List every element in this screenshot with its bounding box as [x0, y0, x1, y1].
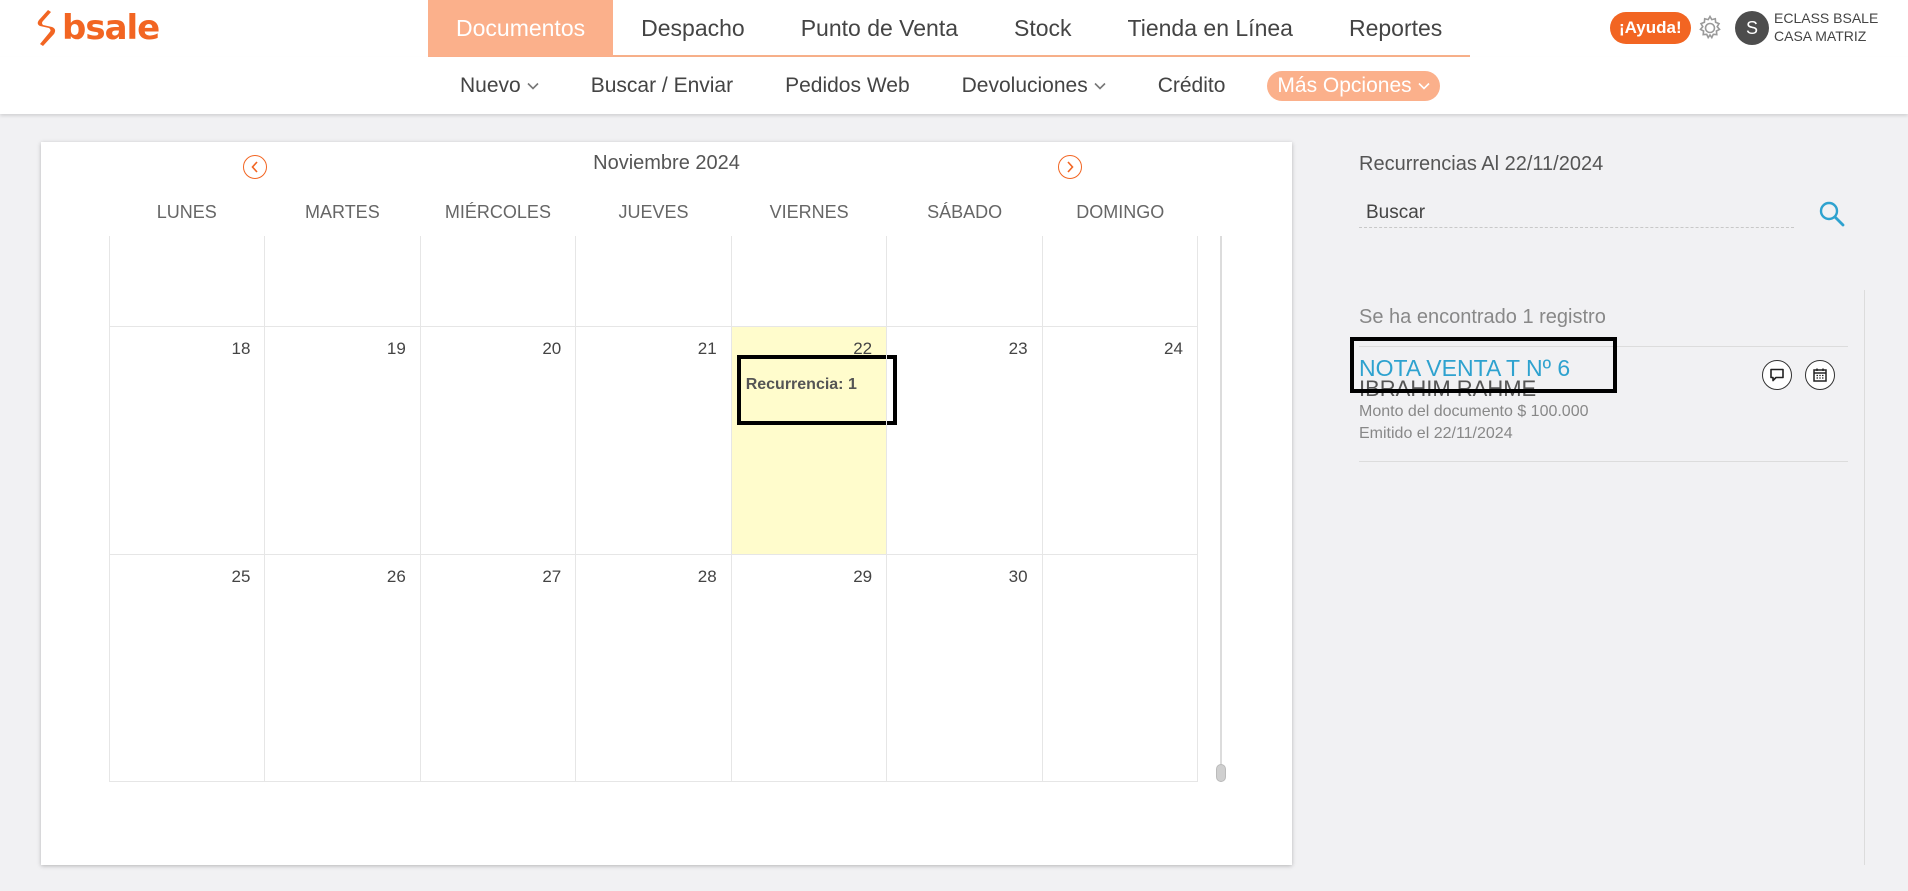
gear-icon[interactable]	[1696, 14, 1724, 42]
day-cell-empty[interactable]	[1041, 555, 1198, 782]
search-icon[interactable]	[1818, 200, 1846, 228]
subnav-buscar-enviar-label: Buscar / Enviar	[590, 73, 734, 97]
day-cell-19[interactable]: 19	[264, 327, 420, 555]
subnav-devoluciones[interactable]: Devoluciones	[936, 74, 1132, 98]
calendar-week: 25 26 27 28 29 30	[109, 555, 1198, 782]
day-cell-29[interactable]: 29	[730, 555, 887, 782]
subnav-credito[interactable]: Crédito	[1132, 74, 1252, 98]
day-cell[interactable]	[886, 236, 1042, 327]
recurrence-event[interactable]: Recurrencia: 1	[736, 355, 897, 425]
calendar-week	[109, 236, 1198, 327]
day-cell-25[interactable]: 25	[109, 555, 265, 782]
weekday-lunes: LUNES	[156, 202, 217, 222]
avatar[interactable]: S	[1735, 11, 1769, 45]
subnav-nuevo[interactable]: Nuevo	[434, 74, 565, 98]
tab-reportes[interactable]: Reportes	[1321, 0, 1470, 57]
calendar-icon	[1813, 368, 1827, 382]
day-number: 27	[542, 567, 562, 586]
weekday-domingo: DOMINGO	[1076, 202, 1165, 222]
calendar-grid: 18 19 20 21 22 Recurrencia: 1 23 24 25 2…	[109, 236, 1198, 782]
recurrences-title: Recurrencias Al 22/11/2024	[1359, 153, 1604, 175]
company-info[interactable]: ECLASS BSALE CASA MATRIZ	[1774, 9, 1878, 45]
day-cell-30[interactable]: 30	[886, 555, 1042, 782]
subnav-pedidos-web[interactable]: Pedidos Web	[759, 74, 936, 98]
subnav-buscar-enviar[interactable]: Buscar / Enviar	[565, 74, 759, 98]
subnav-devoluciones-label: Devoluciones	[961, 73, 1088, 97]
weekday-jueves: JUEVES	[618, 202, 689, 222]
day-cell-22-today[interactable]: 22 Recurrencia: 1	[730, 327, 897, 555]
weekday-miercoles: MIÉRCOLES	[444, 202, 551, 222]
calendar-scrollbar[interactable]	[1220, 236, 1222, 782]
day-number: 25	[231, 567, 251, 586]
day-number: 18	[231, 339, 251, 358]
subnav-mas-opciones[interactable]: Más Opciones	[1267, 70, 1440, 101]
day-cell-21[interactable]: 21	[575, 327, 731, 555]
chevron-down-icon	[527, 82, 539, 90]
company-name: ECLASS BSALE	[1774, 10, 1879, 26]
comment-icon	[1770, 368, 1784, 382]
day-cell[interactable]	[1041, 236, 1198, 327]
day-cell[interactable]	[730, 236, 887, 327]
document-amount: Monto del documento $ 100.000	[1359, 403, 1589, 420]
day-number: 30	[1008, 567, 1028, 586]
comment-button[interactable]	[1762, 360, 1792, 390]
day-number: 20	[542, 339, 562, 358]
day-number: 28	[697, 567, 717, 586]
help-button[interactable]: ¡Ayuda!	[1610, 12, 1691, 44]
calendar-card: Noviembre 2024 LUNES MARTES MIÉRCOLES JU…	[41, 142, 1292, 865]
weekday-viernes: VIERNES	[769, 202, 849, 222]
branch-name: CASA MATRIZ	[1774, 28, 1867, 44]
day-cell-27[interactable]: 27	[419, 555, 576, 782]
weekday-header: LUNES MARTES MIÉRCOLES JUEVES VIERNES SÁ…	[109, 202, 1198, 223]
day-number: 24	[1164, 339, 1183, 358]
chevron-right-icon	[1067, 161, 1074, 173]
calendar-week: 18 19 20 21 22 Recurrencia: 1 23 24	[109, 327, 1198, 555]
sub-nav-bar: Nuevo Buscar / Enviar Pedidos Web Devolu…	[0, 57, 1908, 114]
brand-name: bsale	[62, 8, 160, 48]
subnav-nuevo-label: Nuevo	[460, 73, 521, 97]
main-nav: Documentos Despacho Punto de Venta Stock…	[428, 0, 1471, 57]
results-count: Se ha encontrado 1 registro	[1359, 306, 1606, 328]
tab-despacho[interactable]: Despacho	[613, 0, 773, 57]
calendar-scrollbar-thumb[interactable]	[1216, 764, 1226, 782]
tab-tienda-en-linea[interactable]: Tienda en Línea	[1100, 0, 1321, 57]
day-cell-20[interactable]: 20	[419, 327, 576, 555]
day-number: 21	[697, 339, 717, 358]
subnav-pedidos-web-label: Pedidos Web	[785, 73, 910, 97]
chevron-down-icon	[1418, 82, 1430, 90]
bsale-logo[interactable]: bsale	[34, 8, 160, 48]
document-highlight-box	[1350, 337, 1617, 393]
day-cell[interactable]	[109, 236, 265, 327]
tab-stock[interactable]: Stock	[986, 0, 1100, 57]
search-input[interactable]	[1359, 198, 1794, 228]
day-cell[interactable]	[264, 236, 420, 327]
bsale-logo-icon	[37, 10, 56, 46]
chevron-down-icon	[1094, 82, 1106, 90]
subnav-credito-label: Crédito	[1157, 73, 1226, 97]
subnav-mas-opciones-label: Más Opciones	[1277, 73, 1412, 97]
day-number: 19	[386, 339, 406, 358]
top-bar: bsale Documentos Despacho Punto de Venta…	[0, 0, 1908, 57]
day-number: 26	[386, 567, 406, 586]
day-cell-23[interactable]: 23	[886, 327, 1042, 555]
day-cell-28[interactable]: 28	[575, 555, 731, 782]
day-cell[interactable]	[575, 236, 731, 327]
next-month-button[interactable]	[1058, 155, 1082, 179]
calendar-button[interactable]	[1805, 360, 1835, 390]
weekday-martes: MARTES	[305, 202, 380, 222]
day-number: 23	[1008, 339, 1028, 358]
day-cell-18[interactable]: 18	[109, 327, 265, 555]
document-issued-date: Emitido el 22/11/2024	[1359, 425, 1513, 442]
day-number: 29	[853, 567, 873, 586]
month-title: Noviembre 2024	[593, 152, 740, 174]
weekday-sabado: SÁBADO	[927, 202, 1003, 222]
day-cell-26[interactable]: 26	[264, 555, 420, 782]
tab-punto-de-venta[interactable]: Punto de Venta	[773, 0, 986, 57]
tab-documentos[interactable]: Documentos	[428, 0, 614, 57]
day-cell[interactable]	[419, 236, 576, 327]
sub-nav: Nuevo Buscar / Enviar Pedidos Web Devolu…	[434, 57, 1440, 114]
day-cell-24[interactable]: 24	[1041, 327, 1198, 555]
panel-divider	[1864, 290, 1865, 865]
divider	[1359, 461, 1848, 462]
